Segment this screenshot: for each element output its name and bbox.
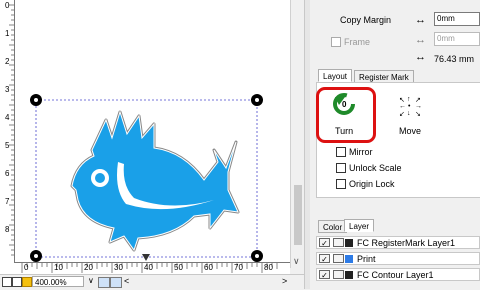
register-mark-bottom-left: [30, 250, 42, 262]
h-ruler-label: 40: [144, 263, 153, 272]
horizontal-arrows-icon: ↔: [415, 14, 426, 26]
status-bar: 400.00% ∨ < >: [0, 274, 304, 290]
zoom-out-icon[interactable]: [98, 277, 110, 288]
origin-lock-label: Origin Lock: [349, 179, 395, 189]
v-ruler-label: 8: [5, 225, 10, 234]
zoom-fit-icon[interactable]: [110, 277, 122, 288]
layer-row[interactable]: ✓ FC RegisterMark Layer1: [316, 236, 480, 249]
h-ruler-label: 0: [24, 263, 29, 272]
horizontal-ruler: 0 10 20 30 40 50 60 70 80: [14, 262, 290, 274]
layer-color-swatch: [345, 255, 353, 263]
v-ruler-label: 7: [5, 197, 10, 206]
h-ruler-label: 50: [174, 263, 183, 272]
frame-margin-input[interactable]: 0mm: [434, 32, 480, 46]
register-mark-top-left: [30, 94, 42, 106]
copy-margin-input[interactable]: 0mm: [434, 12, 480, 26]
tab-layout[interactable]: Layout: [318, 69, 353, 82]
move-icon[interactable]: ↖ ↑ ↗ ← • → ↙ ↓ ↘: [399, 96, 423, 118]
register-mark-top-right: [251, 94, 263, 106]
layer-name: Print: [357, 254, 376, 264]
layer-visible-checkbox[interactable]: ✓: [319, 270, 330, 280]
vertical-ruler: 0 1 2 3 4 5 6 7 8: [0, 0, 15, 268]
scroll-right-arrow-icon[interactable]: >: [282, 276, 287, 286]
fish-artwork: [70, 110, 240, 252]
h-ruler-label: 20: [84, 263, 93, 272]
zoom-dropdown-chevron-icon[interactable]: ∨: [88, 276, 94, 285]
h-ruler-label: 80: [264, 263, 273, 272]
tab-color[interactable]: Color: [318, 220, 348, 233]
layer-print-checkbox[interactable]: [333, 254, 344, 263]
width-value: 76.43 mm: [434, 54, 475, 64]
scrollbar-thumb[interactable]: [294, 185, 302, 245]
v-ruler-label: 1: [5, 29, 10, 38]
design-canvas[interactable]: 0 1 2 3 4 5 6 7 8 0 10 20 30 40 50 60 70…: [0, 0, 290, 289]
h-ruler-label: 70: [234, 263, 243, 272]
layer-color-swatch: [345, 239, 353, 247]
scroll-left-arrow-icon[interactable]: <: [124, 276, 129, 286]
highlight-icon[interactable]: [22, 277, 32, 287]
tab-layer[interactable]: Layer: [344, 219, 375, 232]
mirror-checkbox[interactable]: [336, 147, 346, 157]
grid-icon[interactable]: [2, 277, 12, 287]
vertical-scrollbar[interactable]: ∨: [290, 0, 305, 268]
v-ruler-label: 3: [5, 85, 10, 94]
layer-print-checkbox[interactable]: [333, 270, 344, 279]
turn-angle-value: 0: [342, 100, 347, 109]
layer-visible-checkbox[interactable]: ✓: [319, 254, 330, 264]
horizontal-arrows-icon: ↔: [415, 51, 426, 63]
layer-name: FC RegisterMark Layer1: [357, 238, 456, 248]
v-ruler-label: 5: [5, 141, 10, 150]
copy-margin-label: Copy Margin: [340, 15, 392, 25]
origin-marker: [142, 254, 150, 261]
mirror-label: Mirror: [349, 147, 373, 157]
layer-color-swatch: [345, 271, 353, 279]
v-ruler-label: 0: [5, 1, 10, 10]
page-icon[interactable]: [12, 277, 22, 287]
layer-row[interactable]: ✓ Print: [316, 252, 480, 265]
h-ruler-label: 30: [114, 263, 123, 272]
turn-label: Turn: [335, 126, 354, 136]
unlock-scale-checkbox[interactable]: [336, 163, 346, 173]
zoom-level-field[interactable]: 400.00%: [32, 276, 84, 287]
layer-row[interactable]: ✓ FC Contour Layer1: [316, 268, 480, 281]
h-ruler-label: 60: [204, 263, 213, 272]
unlock-scale-label: Unlock Scale: [349, 163, 402, 173]
origin-lock-checkbox[interactable]: [336, 179, 346, 189]
artwork-layer[interactable]: [14, 0, 290, 262]
layer-name: FC Contour Layer1: [357, 270, 434, 280]
h-ruler-label: 10: [54, 263, 63, 272]
v-ruler-label: 4: [5, 113, 10, 122]
horizontal-arrows-icon: ↔: [415, 34, 426, 46]
move-label: Move: [399, 126, 422, 136]
layer-print-checkbox[interactable]: [333, 238, 344, 247]
frame-checkbox[interactable]: [331, 37, 341, 47]
layer-visible-checkbox[interactable]: ✓: [319, 238, 330, 248]
v-ruler-label: 2: [5, 57, 10, 66]
register-mark-bottom-right: [251, 250, 263, 262]
scroll-down-arrow-icon[interactable]: ∨: [293, 256, 300, 267]
frame-label: Frame: [344, 37, 371, 47]
v-ruler-label: 6: [5, 169, 10, 178]
